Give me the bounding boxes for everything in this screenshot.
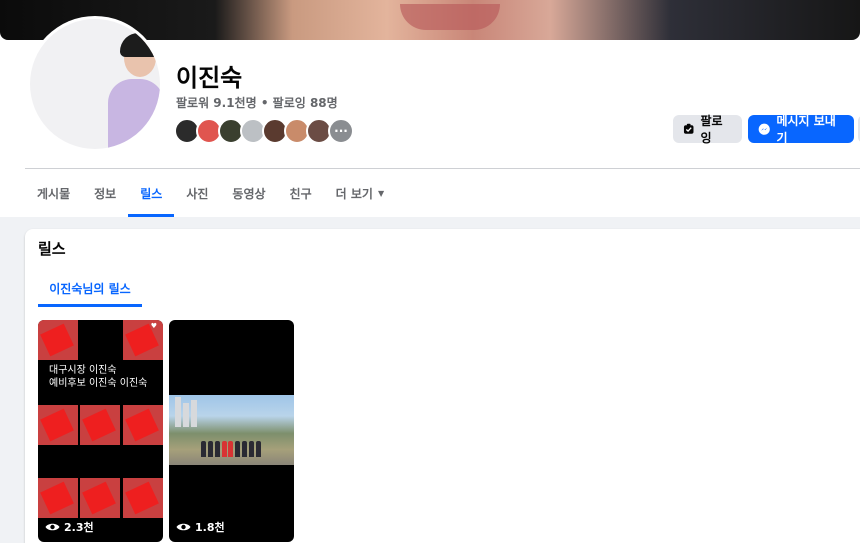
reel-item[interactable]: ♥ 대구시장 이진숙 예비후보 이진숙 이진숙 2.3천 [38,320,163,542]
tab-label: 게시물 [37,186,71,201]
reel-view-count: 1.8천 [195,521,225,534]
reel-thumbnail-tile [123,320,163,360]
tab-label: 동영상 [232,186,266,201]
messenger-icon [758,123,770,135]
tab-more[interactable]: 더 보기 ▼ [324,169,396,217]
thumbnail-person [222,441,227,457]
reel-thumbnail-tile [80,478,120,518]
caret-down-icon: ▼ [377,188,385,198]
reels-section-title: 릴스 [38,240,66,258]
thumbnail-person [235,441,240,457]
thumbnail-building [175,397,181,427]
cover-photo-detail [400,4,500,30]
more-friends-icon[interactable]: ··· [328,118,354,144]
profile-picture [30,19,160,149]
profile-avatar[interactable] [27,16,163,152]
reels-subtab-label: 이진숙님의 릴스 [49,281,131,296]
reel-item[interactable]: 1.8천 [169,320,294,542]
tab-about[interactable]: 정보 [82,169,128,217]
profile-tabs: 게시물 정보 릴스 사진 동영상 친구 더 보기 ▼ [25,169,396,217]
reel-thumbnail-tile [38,478,78,518]
thumbnail-person [228,441,233,457]
reel-thumbnail-tile [38,320,78,360]
tab-my-reels[interactable]: 이진숙님의 릴스 [38,269,142,307]
tab-label: 정보 [94,186,117,201]
eye-icon [45,523,60,531]
thumbnail-person [201,441,206,457]
follower-stats[interactable]: 팔로워 9.1천명 • 팔로잉 88명 [176,94,338,111]
eye-icon [176,523,191,531]
reel-caption: 대구시장 이진숙 예비후보 이진숙 이진숙 [49,365,148,389]
tab-reels[interactable]: 릴스 [128,169,175,217]
send-message-button[interactable]: 메시지 보내기 [748,114,854,145]
reel-thumbnail-tile [80,405,120,445]
thumbnail-building [191,400,197,427]
reels-section: 릴스 이진숙님의 릴스 ♥ 대구시장 이진숙 예비후보 이진숙 이진숙 2.3천 [25,229,860,543]
reel-views: 1.8천 [176,519,225,535]
reel-view-count: 2.3천 [64,521,94,534]
profile-name: 이진숙 [176,64,243,92]
tab-friends[interactable]: 친구 [278,169,324,217]
following-icon [683,123,694,134]
thumbnail-person [242,441,247,457]
reel-thumbnail-tile [123,478,163,518]
following-button[interactable]: 팔로잉 [673,114,742,145]
thumbnail-person [208,441,213,457]
thumbnail-person [249,441,254,457]
thumbnail-person [256,441,261,457]
friend-avatars: ··· [174,118,354,144]
tab-label: 더 보기 [335,186,373,201]
reel-thumbnail-tile [123,405,163,445]
reel-views: 2.3천 [45,519,94,535]
tab-videos[interactable]: 동영상 [220,169,277,217]
tab-label: 사진 [186,186,209,201]
reel-thumbnail-tile [38,405,78,445]
tab-posts[interactable]: 게시물 [25,169,82,217]
tab-photos[interactable]: 사진 [174,169,220,217]
more-friends-label: ··· [334,124,348,138]
heart-icon: ♥ [150,322,157,330]
reel-thumbnail [169,395,294,465]
thumbnail-person [215,441,220,457]
profile-picture-body [108,79,160,149]
thumbnail-building [183,403,189,427]
tab-label: 친구 [289,186,312,201]
profile-header: 이진숙 팔로워 9.1천명 • 팔로잉 88명 ··· 팔로잉 메시지 보내기 … [0,0,860,217]
tab-label: 릴스 [140,186,163,201]
following-label: 팔로잉 [700,114,723,145]
send-message-label: 메시지 보내기 [776,114,836,145]
